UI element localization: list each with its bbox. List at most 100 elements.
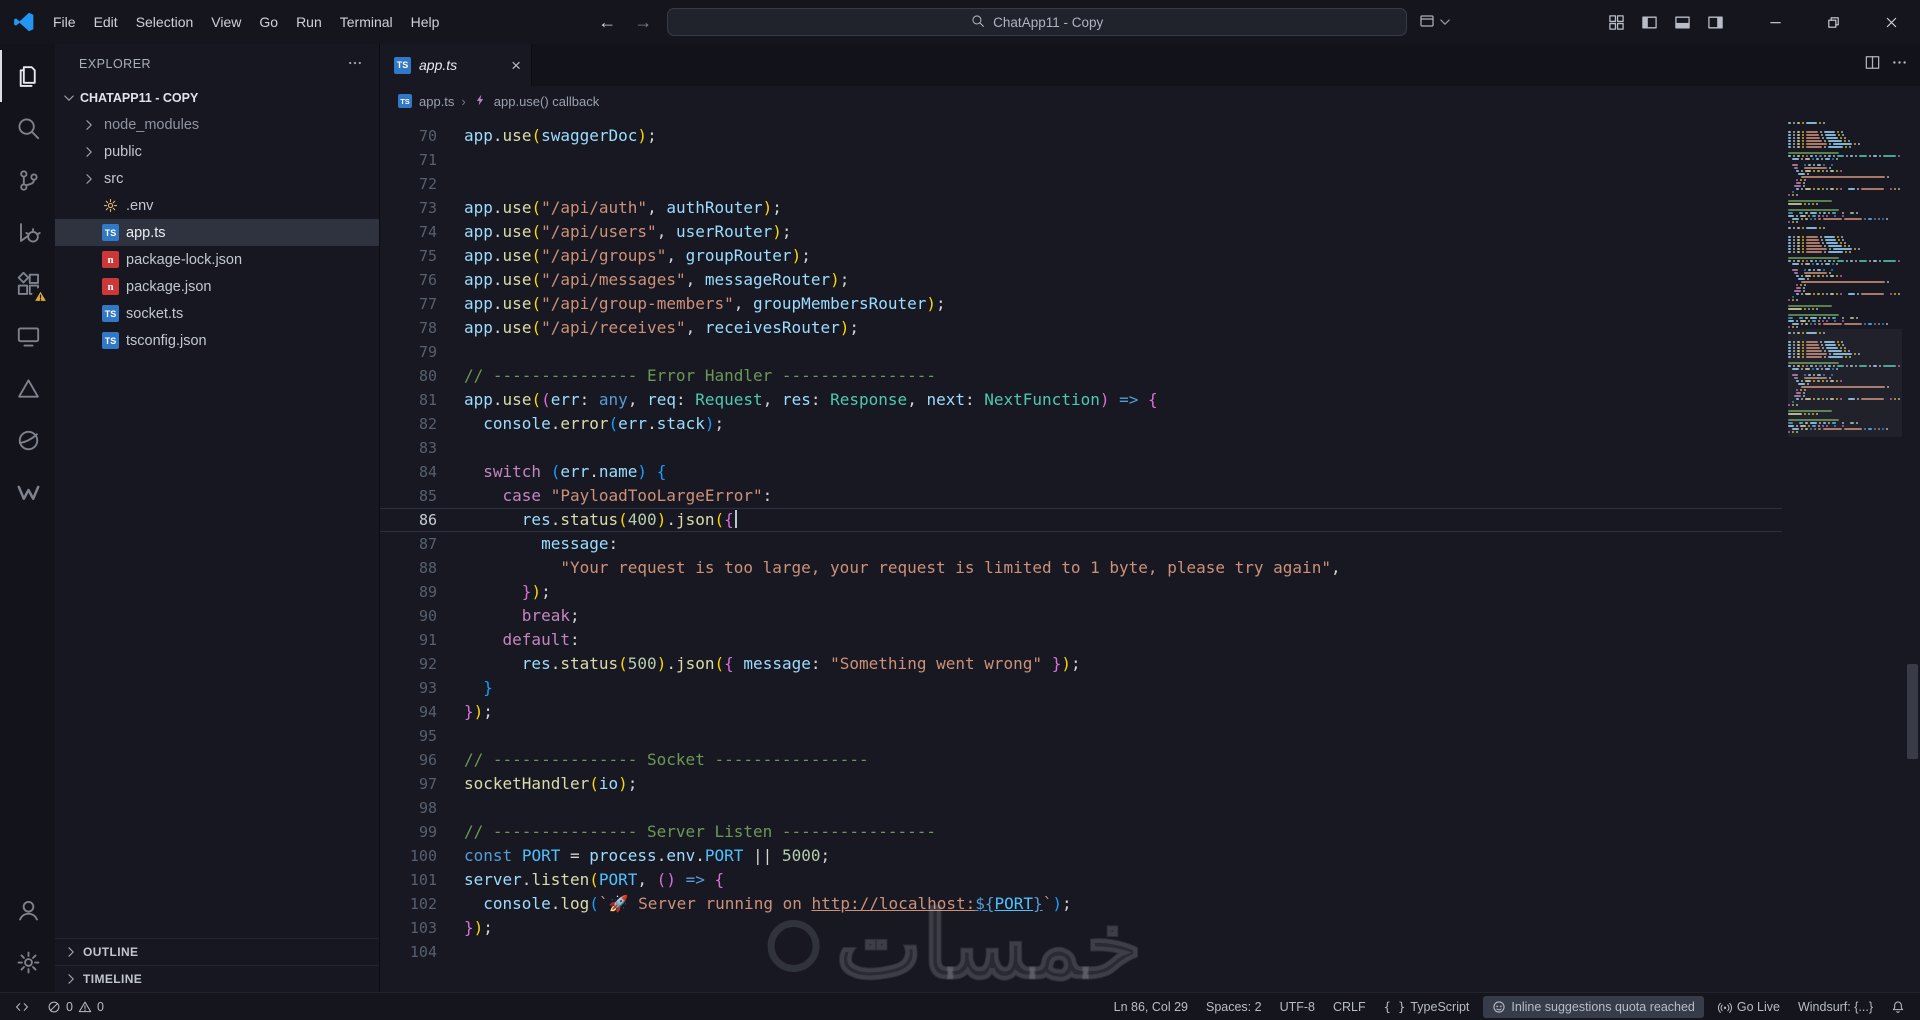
code-line-75[interactable]: 75 app.use("/api/groups", groupRouter); — [380, 244, 1782, 268]
split-editor-icon[interactable] — [1864, 54, 1881, 76]
code-line-79[interactable]: 79 — [380, 340, 1782, 364]
status-notifications[interactable] — [1882, 993, 1914, 1020]
activity-triangle[interactable] — [0, 362, 55, 414]
code-line-90[interactable]: 90 break; — [380, 604, 1782, 628]
status-cursor-position[interactable]: Ln 86, Col 29 — [1105, 993, 1197, 1020]
code-line-104[interactable]: 104 — [380, 940, 1782, 964]
code-line-74[interactable]: 74 app.use("/api/users", userRouter); — [380, 220, 1782, 244]
file-package-lock.json[interactable]: n package-lock.json — [55, 246, 379, 273]
code-line-100[interactable]: 100 const PORT = process.env.PORT || 5000… — [380, 844, 1782, 868]
command-center-search[interactable]: ChatApp11 - Copy — [667, 8, 1408, 36]
menu-view[interactable]: View — [202, 9, 250, 35]
menu-edit[interactable]: Edit — [85, 9, 127, 35]
section-outline[interactable]: OUTLINE — [55, 938, 379, 965]
activity-search[interactable] — [0, 102, 55, 154]
activity-accounts[interactable] — [0, 884, 55, 936]
status-eol[interactable]: CRLF — [1324, 993, 1375, 1020]
code-line-70[interactable]: 70 app.use(swaggerDoc); — [380, 124, 1782, 148]
activity-chat[interactable] — [0, 310, 55, 362]
file-socket.ts[interactable]: TS socket.ts — [55, 300, 379, 327]
section-timeline[interactable]: TIMELINE — [55, 965, 379, 992]
editor-scrollbar[interactable] — [1904, 116, 1920, 992]
status-go-live[interactable]: Go Live — [1709, 993, 1789, 1020]
code-line-91[interactable]: 91 default: — [380, 628, 1782, 652]
activity-source-control[interactable] — [0, 154, 55, 206]
code-line-78[interactable]: 78 app.use("/api/receives", receivesRoute… — [380, 316, 1782, 340]
breadcrumb-item[interactable]: app.ts — [419, 94, 454, 109]
status-windsurf[interactable]: Windsurf: {...} — [1789, 993, 1882, 1020]
code-line-84[interactable]: 84 switch (err.name) { — [380, 460, 1782, 484]
folder-node_modules[interactable]: node_modules — [55, 111, 379, 138]
code-line-73[interactable]: 73 app.use("/api/auth", authRouter); — [380, 196, 1782, 220]
file-package.json[interactable]: n package.json — [55, 273, 379, 300]
menu-selection[interactable]: Selection — [127, 9, 203, 35]
code-line-101[interactable]: 101 server.listen(PORT, () => { — [380, 868, 1782, 892]
minimap-slider[interactable] — [1788, 329, 1902, 437]
folder-src[interactable]: src — [55, 165, 379, 192]
remote-indicator[interactable] — [6, 993, 38, 1020]
code-line-76[interactable]: 76 app.use("/api/messages", messageRouter… — [380, 268, 1782, 292]
file-app.ts[interactable]: TS app.ts — [55, 219, 379, 246]
code-line-92[interactable]: 92 res.status(500).json({ message: "Some… — [380, 652, 1782, 676]
file-tsconfig.json[interactable]: TS tsconfig.json — [55, 327, 379, 354]
code-line-71[interactable]: 71 — [380, 148, 1782, 172]
more-actions-icon[interactable] — [1891, 54, 1908, 76]
code-line-85[interactable]: 85 case "PayloadTooLargeError": — [380, 484, 1782, 508]
toggle-panel-bottom-button[interactable] — [1666, 7, 1699, 37]
code-line-99[interactable]: 99 // --------------- Server Listen -----… — [380, 820, 1782, 844]
activity-extensions[interactable] — [0, 258, 55, 310]
code-line-81[interactable]: 81 app.use((err: any, req: Request, res: … — [380, 388, 1782, 412]
code-line-80[interactable]: 80 // --------------- Error Handler -----… — [380, 364, 1782, 388]
status-encoding[interactable]: UTF-8 — [1271, 993, 1324, 1020]
toggle-layout-grid-button[interactable] — [1600, 7, 1633, 37]
toggle-panel-right-button[interactable] — [1699, 7, 1732, 37]
code-line-102[interactable]: 102 console.log(`🚀 Server running on htt… — [380, 892, 1782, 916]
menu-help[interactable]: Help — [402, 9, 449, 35]
toggle-panel-left-button[interactable] — [1633, 7, 1666, 37]
menu-run[interactable]: Run — [287, 9, 331, 35]
file-.env[interactable]: .env — [55, 192, 379, 219]
code-line-93[interactable]: 93 } — [380, 676, 1782, 700]
tab-app-ts[interactable]: TS app.ts × — [380, 44, 532, 86]
restore-button[interactable] — [1804, 0, 1862, 44]
code-line-89[interactable]: 89 }); — [380, 580, 1782, 604]
code-line-82[interactable]: 82 console.error(err.stack); — [380, 412, 1782, 436]
code-line-95[interactable]: 95 — [380, 724, 1782, 748]
status-copilot-quota[interactable]: Inline suggestions quota reached — [1483, 995, 1704, 1018]
status-indentation[interactable]: Spaces: 2 — [1197, 993, 1271, 1020]
scrollbar-thumb[interactable] — [1907, 664, 1918, 759]
status-language-mode[interactable]: { } TypeScript — [1375, 993, 1479, 1020]
minimize-button[interactable] — [1746, 0, 1804, 44]
code-line-72[interactable]: 72 — [380, 172, 1782, 196]
activity-globe[interactable] — [0, 414, 55, 466]
project-section-header[interactable]: CHATAPP11 - COPY — [55, 84, 379, 111]
menu-terminal[interactable]: Terminal — [331, 9, 402, 35]
folder-public[interactable]: public — [55, 138, 379, 165]
code-line-77[interactable]: 77 app.use("/api/group-members", groupMem… — [380, 292, 1782, 316]
activity-settings[interactable] — [0, 936, 55, 988]
back-arrow-icon[interactable]: ← — [595, 12, 619, 33]
minimap[interactable] — [1788, 116, 1902, 437]
more-actions-icon[interactable] — [347, 55, 363, 74]
menu-file[interactable]: File — [44, 9, 85, 35]
close-tab-icon[interactable]: × — [511, 57, 521, 74]
menu-go[interactable]: Go — [250, 9, 287, 35]
code-line-83[interactable]: 83 — [380, 436, 1782, 460]
code-line-98[interactable]: 98 — [380, 796, 1782, 820]
code-line-86[interactable]: 86 res.status(400).json({ — [380, 508, 1782, 532]
close-button[interactable] — [1862, 0, 1920, 44]
activity-windsurf[interactable] — [0, 466, 55, 518]
breadcrumb-item[interactable]: app.use() callback — [494, 94, 600, 109]
code-line-96[interactable]: 96 // --------------- Socket ------------… — [380, 748, 1782, 772]
code-line-87[interactable]: 87 message: — [380, 532, 1782, 556]
code-line-94[interactable]: 94}); — [380, 700, 1782, 724]
code-line-103[interactable]: 103}); — [380, 916, 1782, 940]
code-line-88[interactable]: 88 "Your request is too large, your requ… — [380, 556, 1782, 580]
code-editor[interactable]: 70 app.use(swaggerDoc); 71 72 73 app.use("/ap… — [380, 116, 1920, 992]
forward-arrow-icon[interactable]: → — [631, 12, 655, 33]
new-window-button[interactable] — [1419, 13, 1453, 32]
problems-indicator[interactable]: 00 — [38, 993, 113, 1020]
code-line-97[interactable]: 97 socketHandler(io); — [380, 772, 1782, 796]
activity-run-and-debug[interactable] — [0, 206, 55, 258]
activity-explorer[interactable] — [0, 50, 55, 102]
